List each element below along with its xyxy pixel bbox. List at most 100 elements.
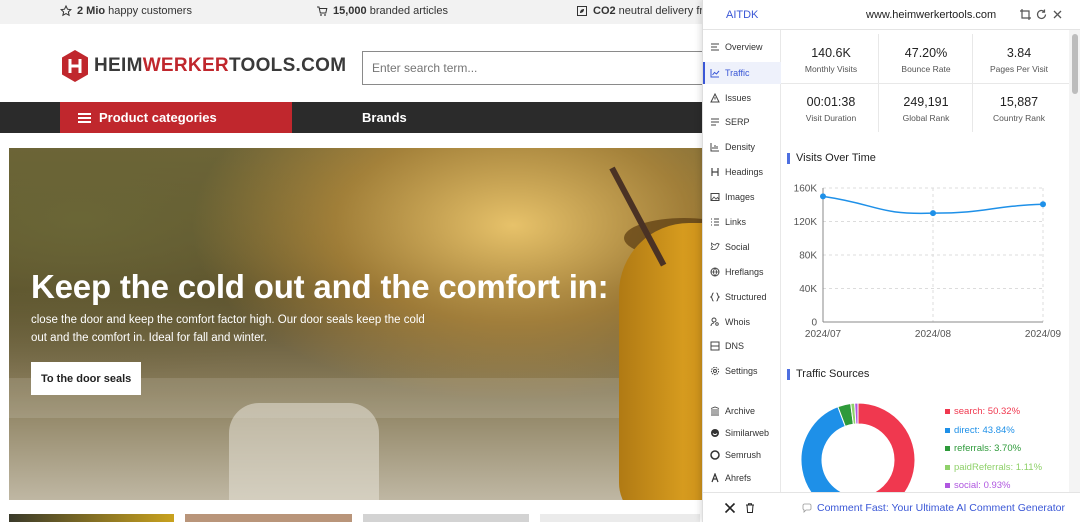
- metric-pages-per-visit: 3.84 Pages Per Visit: [990, 46, 1048, 74]
- x-tick-label: 2024/07: [805, 329, 842, 340]
- sidebar-item-ahrefs[interactable]: Ahrefs: [703, 467, 781, 489]
- y-tick-label: 0: [811, 318, 817, 329]
- sidebar-item-links[interactable]: Links: [703, 211, 781, 233]
- image-icon: [710, 193, 720, 201]
- y-tick-label: 80K: [799, 251, 817, 262]
- usp-customers: 2 Mio happy customers: [60, 5, 192, 17]
- extension-main: 140.6K Monthly Visits 47.20% Bounce Rate 3…: [781, 30, 1069, 492]
- thumbnail-1[interactable]: [9, 514, 174, 522]
- comment-fast-link[interactable]: Comment Fast: Your Ultimate AI Comment G…: [802, 502, 1065, 514]
- sidebar-item-headings[interactable]: Headings: [703, 161, 781, 183]
- bird-icon: [710, 242, 720, 250]
- x-logo-icon[interactable]: [724, 502, 736, 514]
- sidebar-item-traffic[interactable]: Traffic: [703, 62, 781, 84]
- heading-icon: [711, 168, 719, 176]
- sidebar-item-archive[interactable]: Archive: [703, 400, 781, 422]
- legend-label: social: 0.93%: [954, 480, 1011, 491]
- legend-item[interactable]: direct: 43.84%: [945, 425, 1015, 436]
- visits-over-time-title: Visits Over Time: [787, 153, 876, 164]
- metric-country-rank: 15,887 Country Rank: [993, 95, 1045, 123]
- leaf-box-icon: [577, 6, 587, 16]
- thumbnail-3[interactable]: [363, 514, 529, 522]
- sidebar-item-density[interactable]: Density: [703, 136, 781, 158]
- sidebar-item-social[interactable]: Social: [703, 236, 781, 258]
- density-icon: [710, 143, 719, 152]
- star-icon: [60, 5, 72, 17]
- data-point: [930, 210, 936, 217]
- donut-slice: [857, 402, 916, 492]
- data-point: [820, 193, 826, 200]
- door-seals-button[interactable]: To the door seals: [31, 362, 142, 395]
- y-tick-label: 160K: [794, 184, 818, 195]
- hero-glass-image: [229, 403, 379, 500]
- list-icon: [711, 43, 719, 51]
- legend-swatch: [945, 427, 950, 433]
- hero-title: Keep the cold out and the comfort in:: [31, 268, 609, 305]
- traffic-sources-donut: [801, 402, 916, 492]
- extension-scrollbar[interactable]: [1069, 30, 1080, 492]
- extension-footer: Comment Fast: Your Ultimate AI Comment G…: [703, 492, 1080, 522]
- hero-banner: Keep the cold out and the comfort in: cl…: [9, 148, 709, 500]
- legend-label: search: 50.32%: [954, 406, 1021, 417]
- scrollbar-thumb[interactable]: [1072, 34, 1078, 94]
- aitdk-extension-panel: AITDK www.heimwerkertools.com Overview T…: [702, 0, 1080, 522]
- sidebar-item-semrush[interactable]: Semrush: [703, 444, 781, 466]
- refresh-icon[interactable]: [1035, 8, 1048, 21]
- thumbnail-2[interactable]: [185, 514, 352, 522]
- legend-swatch: [945, 409, 950, 414]
- sidebar-item-serp[interactable]: SERP: [703, 111, 781, 133]
- metric-divider: [972, 34, 973, 132]
- data-point: [1040, 201, 1046, 208]
- search-input[interactable]: [362, 51, 722, 85]
- sidebar-item-dns[interactable]: DNS: [703, 335, 781, 357]
- chart-icon: [710, 69, 720, 78]
- user-search-icon: [710, 317, 719, 327]
- metric-bounce-rate: 47.20% Bounce Rate: [901, 46, 951, 74]
- product-categories-button[interactable]: Product categories: [60, 102, 292, 133]
- logo-hexagon-icon: [62, 50, 88, 82]
- legend-swatch: [945, 483, 950, 488]
- close-icon[interactable]: [1051, 8, 1064, 21]
- traffic-sources-title: Traffic Sources: [787, 369, 869, 380]
- sidebar-item-hreflangs[interactable]: Hreflangs: [703, 261, 781, 283]
- legend-item[interactable]: search: 50.32%: [945, 406, 1020, 417]
- extension-sidebar: Overview Traffic Issues SERP Density Hea…: [703, 30, 781, 492]
- x-tick-label: 2024/09: [1025, 329, 1062, 340]
- ahrefs-icon: [711, 473, 719, 483]
- hamburger-icon: [78, 112, 91, 123]
- serp-icon: [711, 118, 719, 126]
- links-icon: [711, 218, 719, 226]
- sidebar-item-whois[interactable]: Whois: [703, 311, 781, 333]
- sidebar-item-structured[interactable]: Structured: [703, 286, 781, 308]
- extension-header: AITDK www.heimwerkertools.com: [703, 0, 1080, 30]
- y-tick-label: 120K: [794, 217, 818, 228]
- brands-link[interactable]: Brands: [362, 110, 407, 125]
- chat-bubble-icon: [802, 503, 812, 513]
- braces-icon: [710, 292, 720, 302]
- product-thumbnails: [0, 514, 700, 522]
- extension-brand: AITDK: [726, 9, 759, 21]
- sidebar-item-images[interactable]: Images: [703, 186, 781, 208]
- site-logo[interactable]: HEIMWERKERTOOLS.COM: [60, 49, 346, 83]
- legend-item[interactable]: social: 0.93%: [945, 480, 1011, 491]
- sidebar-item-similarweb[interactable]: Similarweb: [703, 422, 781, 444]
- metric-global-rank: 249,191 Global Rank: [902, 95, 950, 123]
- semrush-icon: [710, 450, 720, 460]
- hero-text: close the door and keep the comfort fact…: [31, 314, 425, 344]
- product-categories-label: Product categories: [99, 110, 217, 125]
- legend-item[interactable]: referrals: 3.70%: [945, 443, 1021, 454]
- usp-delivery: CO2 neutral delivery from: [576, 5, 718, 17]
- metric-monthly-visits: 140.6K Monthly Visits: [804, 46, 858, 74]
- legend-item[interactable]: paidReferrals: 1.11%: [945, 462, 1042, 473]
- extension-url: www.heimwerkertools.com: [866, 9, 997, 21]
- trash-icon[interactable]: [744, 502, 756, 514]
- legend-label: paidReferrals: 1.11%: [954, 461, 1043, 473]
- visits-line-chart: 0 40K 80K 120K 160K 2024/07 2024/08 2024/09: [794, 184, 1062, 341]
- sidebar-item-overview[interactable]: Overview: [703, 36, 781, 58]
- crop-icon[interactable]: [1019, 8, 1032, 21]
- sidebar-item-settings[interactable]: Settings: [703, 360, 781, 382]
- dns-icon: [710, 341, 720, 351]
- thumbnail-4[interactable]: [540, 514, 700, 522]
- gear-icon: [710, 366, 720, 376]
- sidebar-item-issues[interactable]: Issues: [703, 87, 781, 109]
